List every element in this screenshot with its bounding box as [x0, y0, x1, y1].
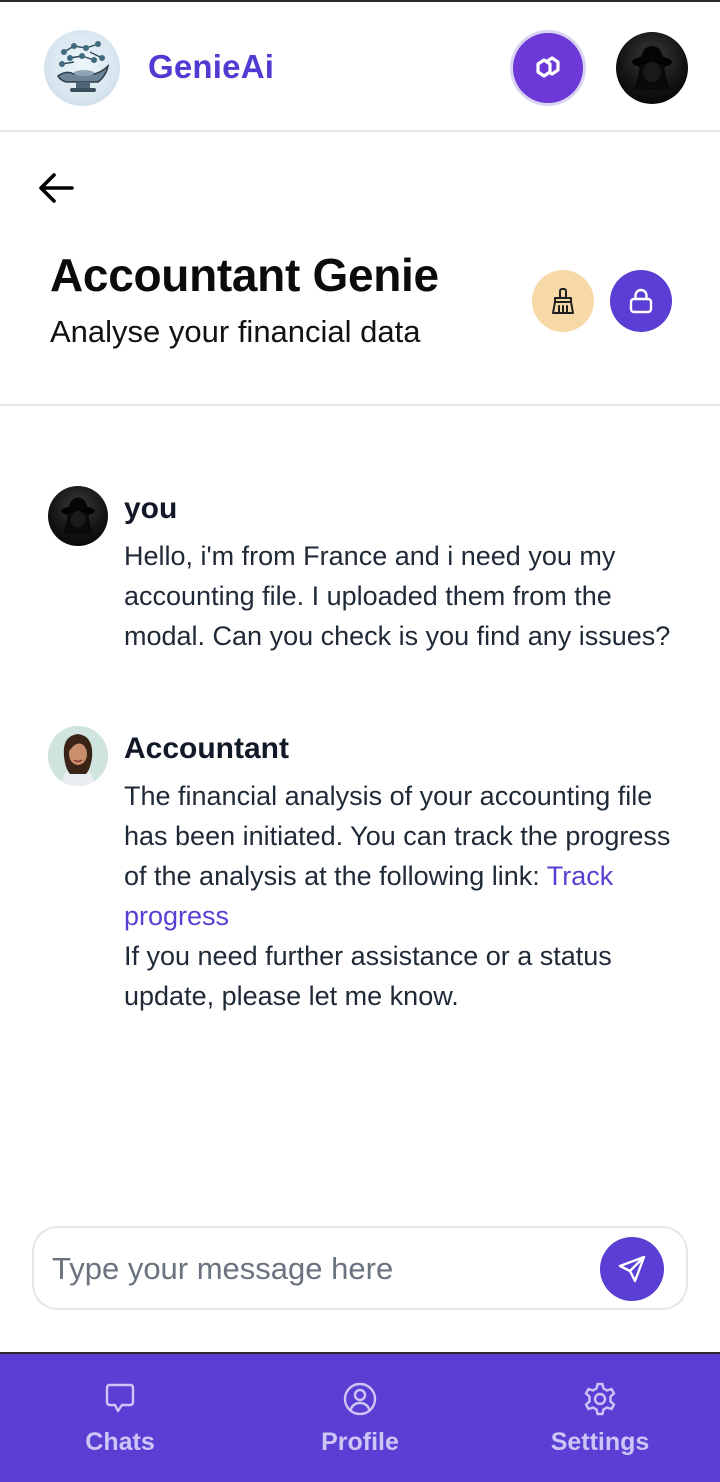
accountant-avatar — [48, 726, 108, 786]
brand-name: GenieAi — [148, 48, 275, 85]
message-sender: Accountant — [124, 732, 289, 765]
clear-chat-button[interactable] — [532, 270, 594, 332]
nav-label: Profile — [321, 1428, 399, 1456]
user-circle-icon — [343, 1382, 377, 1416]
back-arrow-icon[interactable] — [36, 168, 76, 208]
page-subtitle: Analyse your financial data — [50, 314, 421, 349]
user-avatar — [48, 486, 108, 546]
gear-icon — [584, 1382, 616, 1416]
bottom-navigation: Chats Profile Settings — [0, 1352, 720, 1482]
message-composer — [32, 1226, 688, 1310]
message-text: The financial analysis of your accountin… — [124, 776, 684, 1016]
message-text: Hello, i'm from France and i need you my… — [124, 541, 671, 651]
nav-label: Chats — [85, 1428, 155, 1456]
lock-icon — [629, 288, 653, 314]
genie-lamp-logo-icon[interactable] — [44, 30, 120, 106]
lock-button[interactable] — [610, 270, 672, 332]
polygon-chain-icon-button[interactable] — [513, 33, 583, 103]
send-button[interactable] — [600, 1237, 664, 1301]
top-bar: GenieAi — [0, 0, 720, 132]
nav-item-profile[interactable]: Profile — [240, 1354, 480, 1482]
message-sender: you — [124, 492, 178, 525]
page-title: Accountant Genie — [50, 249, 439, 301]
message-text-part: If you need further assistance or a stat… — [124, 941, 612, 1011]
user-avatar[interactable] — [616, 32, 688, 104]
broom-icon — [552, 288, 574, 314]
nav-label: Settings — [550, 1428, 650, 1456]
nav-item-chats[interactable]: Chats — [0, 1354, 240, 1482]
chat-bubble-icon — [105, 1383, 135, 1413]
message-input[interactable] — [52, 1246, 592, 1292]
send-icon — [618, 1255, 646, 1283]
polygon-icon — [536, 56, 560, 78]
message-item: you Hello, i'm from France and i need yo… — [48, 486, 688, 696]
message-item: Accountant The financial analysis of you… — [48, 726, 688, 1026]
chat-header: Accountant Genie Analyse your financial … — [0, 132, 720, 406]
nav-item-settings[interactable]: Settings — [480, 1354, 720, 1482]
